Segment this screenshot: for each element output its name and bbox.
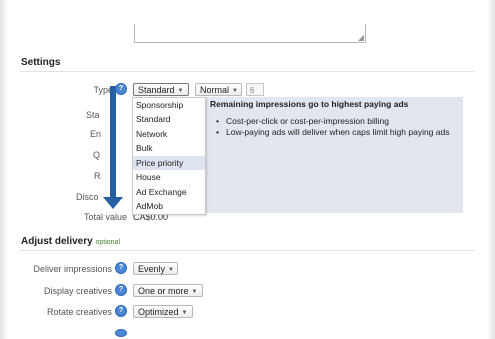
annotation-arrow-down-icon bbox=[103, 197, 123, 209]
next-row-help-icon[interactable] bbox=[115, 329, 127, 337]
priority-number-input[interactable]: 6 bbox=[246, 83, 264, 96]
start-time-label: Sta bbox=[86, 110, 100, 120]
rate-label: R bbox=[94, 171, 101, 181]
settings-divider bbox=[20, 71, 475, 72]
chevron-down-icon: ▼ bbox=[191, 289, 198, 295]
display-creatives-value: One or more bbox=[138, 286, 189, 296]
menu-item-admob[interactable]: AdMob bbox=[133, 199, 205, 213]
rotate-creatives-help-icon[interactable]: ? bbox=[115, 305, 127, 317]
chevron-down-icon: ▼ bbox=[181, 310, 188, 316]
discount-label: Disco bbox=[76, 192, 99, 202]
type-info-panel: Remaining impressions go to highest payi… bbox=[204, 97, 463, 213]
type-label: Type bbox=[93, 85, 113, 95]
end-time-label: En bbox=[90, 129, 102, 139]
right-page-shadow bbox=[487, 0, 495, 339]
resize-handle-icon[interactable]: ◢ bbox=[357, 34, 364, 42]
rotate-creatives-value: Optimized bbox=[138, 307, 179, 317]
deliver-impressions-help-icon[interactable]: ? bbox=[115, 262, 127, 274]
deliver-impressions-value: Evenly bbox=[138, 264, 166, 274]
info-bullet: Cost-per-click or cost-per-impression bi… bbox=[216, 116, 389, 126]
type-dropdown-value: Standard bbox=[138, 85, 175, 95]
info-bullet: Low-paying ads will deliver when caps li… bbox=[216, 127, 450, 137]
type-dropdown[interactable]: Standard ▼ bbox=[133, 83, 189, 96]
display-creatives-help-icon[interactable]: ? bbox=[115, 284, 127, 296]
menu-item-price-priority[interactable]: Price priority bbox=[133, 156, 205, 170]
priority-dropdown[interactable]: Normal ▼ bbox=[195, 83, 242, 96]
rotate-creatives-label: Rotate creatives bbox=[46, 307, 112, 317]
menu-item-network[interactable]: Network bbox=[133, 127, 205, 141]
settings-section-title: Settings bbox=[21, 57, 61, 68]
info-panel-title: Remaining impressions go to highest payi… bbox=[210, 99, 409, 109]
priority-dropdown-value: Normal bbox=[200, 85, 230, 95]
rotate-creatives-dropdown[interactable]: Optimized ▼ bbox=[133, 305, 193, 318]
display-creatives-label: Display creatives bbox=[43, 286, 112, 296]
adjust-delivery-title: Adjust delivery bbox=[21, 236, 93, 247]
menu-item-bulk[interactable]: Bulk bbox=[133, 141, 205, 155]
chevron-down-icon: ▼ bbox=[168, 267, 174, 273]
menu-item-house[interactable]: House bbox=[133, 170, 205, 184]
type-help-icon[interactable]: ? bbox=[115, 83, 127, 95]
display-creatives-dropdown[interactable]: One or more ▼ bbox=[133, 284, 203, 297]
annotation-arrow-shaft bbox=[110, 86, 116, 198]
type-dropdown-menu: Sponsorship Standard Network Bulk Price … bbox=[132, 97, 206, 215]
optional-tag: optional bbox=[95, 239, 121, 246]
deliver-impressions-dropdown[interactable]: Evenly ▼ bbox=[133, 262, 178, 275]
adjust-delivery-divider bbox=[20, 250, 475, 251]
notes-textarea[interactable]: ◢ bbox=[134, 24, 366, 43]
total-value-label: Total value bbox=[83, 212, 127, 222]
adjust-delivery-section-title: Adjust delivery optional bbox=[21, 236, 120, 247]
menu-item-ad-exchange[interactable]: Ad Exchange bbox=[133, 185, 205, 199]
deliver-impressions-label: Deliver impressions bbox=[33, 264, 112, 274]
menu-item-standard[interactable]: Standard bbox=[133, 112, 205, 126]
quantity-label: Q bbox=[93, 150, 101, 160]
menu-item-sponsorship[interactable]: Sponsorship bbox=[133, 98, 205, 112]
